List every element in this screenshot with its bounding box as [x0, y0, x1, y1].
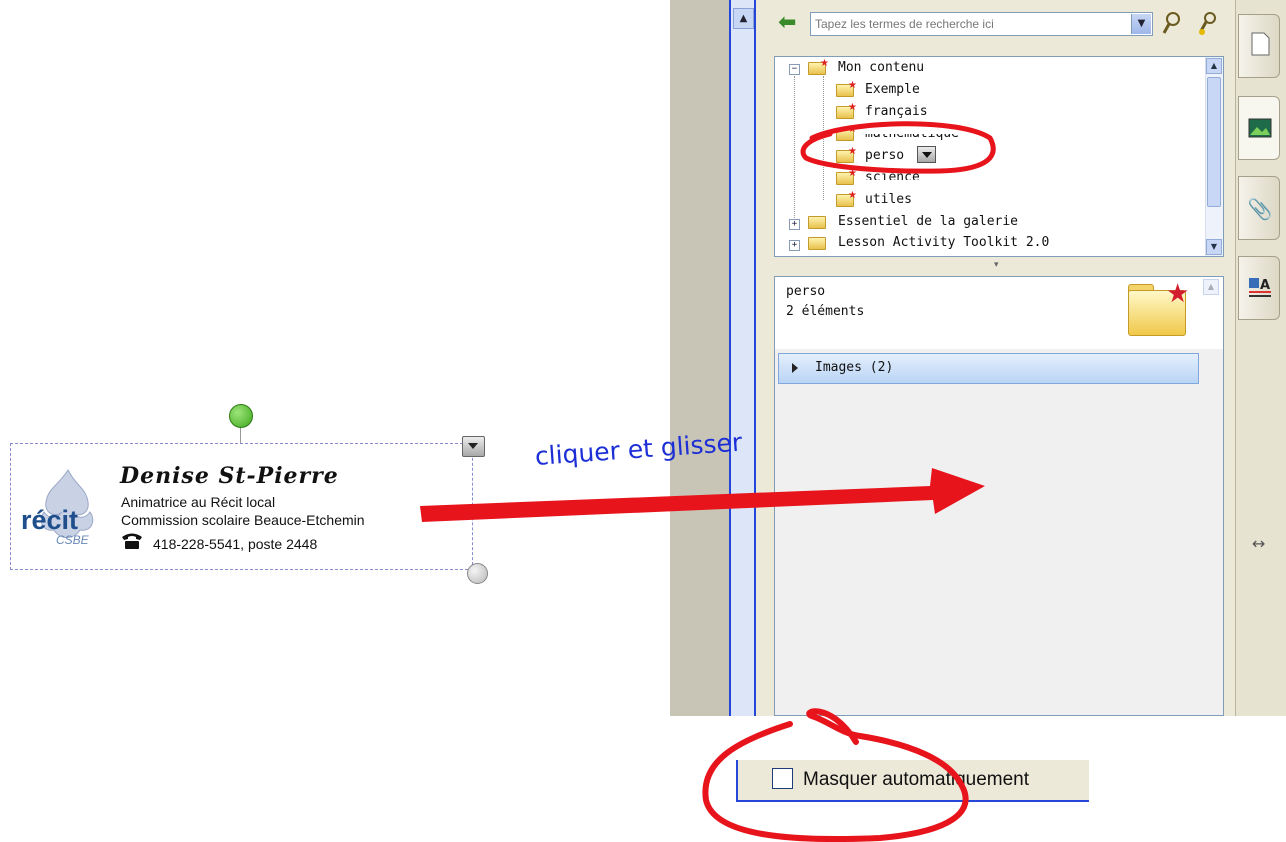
- recit-logo-sub: CSBE: [56, 533, 89, 547]
- tree-item-menu-button[interactable]: [917, 146, 936, 163]
- tree-item-utiles[interactable]: utiles: [865, 192, 912, 208]
- star-icon: ★: [820, 58, 829, 69]
- splitter-grip-icon[interactable]: ▾: [994, 260, 999, 270]
- attachments-icon: 📎: [1247, 197, 1273, 221]
- tree-item-exemple[interactable]: Exemple: [865, 82, 920, 98]
- tree-scroll-up[interactable]: ▲: [1206, 58, 1222, 74]
- tree-scroll-down[interactable]: ▼: [1206, 239, 1222, 255]
- tree-item-essentiel[interactable]: Essentiel de la galerie: [838, 214, 1018, 230]
- tree-item-francais[interactable]: français: [865, 104, 928, 120]
- search-input[interactable]: Tapez les termes de recherche ici ▼: [810, 12, 1153, 36]
- phone-icon: [122, 533, 142, 549]
- signature-title: Animatrice au Récit local: [121, 494, 276, 510]
- autohide-checkbox[interactable]: [772, 768, 793, 789]
- tree-guide: [823, 76, 824, 200]
- back-arrow-icon[interactable]: ⬅: [778, 10, 796, 36]
- panel-gutter: [670, 0, 730, 716]
- signature-phone: 418-228-5541, poste 2448: [153, 536, 318, 552]
- page-sorter-icon: [1251, 32, 1270, 56]
- expand-icon[interactable]: +: [789, 219, 800, 230]
- selected-folder-count: 2 éléments: [786, 304, 865, 319]
- expand-icon[interactable]: +: [789, 240, 800, 251]
- autohide-label[interactable]: Masquer automatiquement: [803, 769, 1029, 791]
- rotation-stem: [240, 428, 241, 443]
- resize-handle[interactable]: [467, 563, 488, 584]
- star-icon: ★: [848, 102, 857, 113]
- svg-text:A: A: [1260, 278, 1270, 293]
- chevron-down-icon[interactable]: ▼: [1131, 14, 1151, 34]
- star-icon: ★: [848, 146, 857, 157]
- advanced-search-icon[interactable]: [1196, 10, 1220, 36]
- rotate-handle[interactable]: [229, 404, 253, 428]
- selected-folder-name: perso: [786, 284, 826, 299]
- collapse-icon[interactable]: −: [789, 64, 800, 75]
- gallery-icon: [1248, 118, 1272, 138]
- expand-triangle-icon[interactable]: [792, 363, 798, 373]
- recit-logo-text: récit: [21, 505, 79, 535]
- tree-item-mon-contenu[interactable]: Mon contenu: [838, 60, 924, 76]
- tree-scrollbar[interactable]: ▲ ▼: [1205, 57, 1223, 256]
- tree-item-perso[interactable]: perso: [865, 148, 904, 164]
- content-scroll-up[interactable]: ▲: [1203, 279, 1219, 295]
- tree-guide: [794, 76, 795, 224]
- star-icon: ★: [848, 168, 857, 179]
- scroll-up-button[interactable]: ▲: [733, 8, 754, 29]
- object-menu-button[interactable]: [462, 436, 485, 457]
- star-icon: ★: [848, 80, 857, 91]
- star-icon: ★: [1166, 279, 1190, 309]
- folder-icon: [808, 237, 826, 250]
- resize-arrows-icon[interactable]: ↔: [1252, 534, 1265, 553]
- properties-icon: A: [1249, 278, 1271, 297]
- signature-name: Denise St-Pierre: [120, 463, 339, 489]
- search-icon[interactable]: [1160, 10, 1184, 36]
- folder-icon: [808, 216, 826, 229]
- star-icon: ★: [848, 190, 857, 201]
- star-icon: ★: [848, 124, 857, 135]
- search-placeholder: Tapez les termes de recherche ici: [815, 17, 994, 31]
- panel-scrollbar[interactable]: [729, 0, 756, 716]
- signature-organization: Commission scolaire Beauce-Etchemin: [121, 512, 365, 528]
- images-section-label: Images (2): [815, 360, 894, 375]
- tree-scroll-thumb[interactable]: [1207, 77, 1221, 207]
- tree-item-lesson-toolkit[interactable]: Lesson Activity Toolkit 2.0: [838, 235, 1049, 251]
